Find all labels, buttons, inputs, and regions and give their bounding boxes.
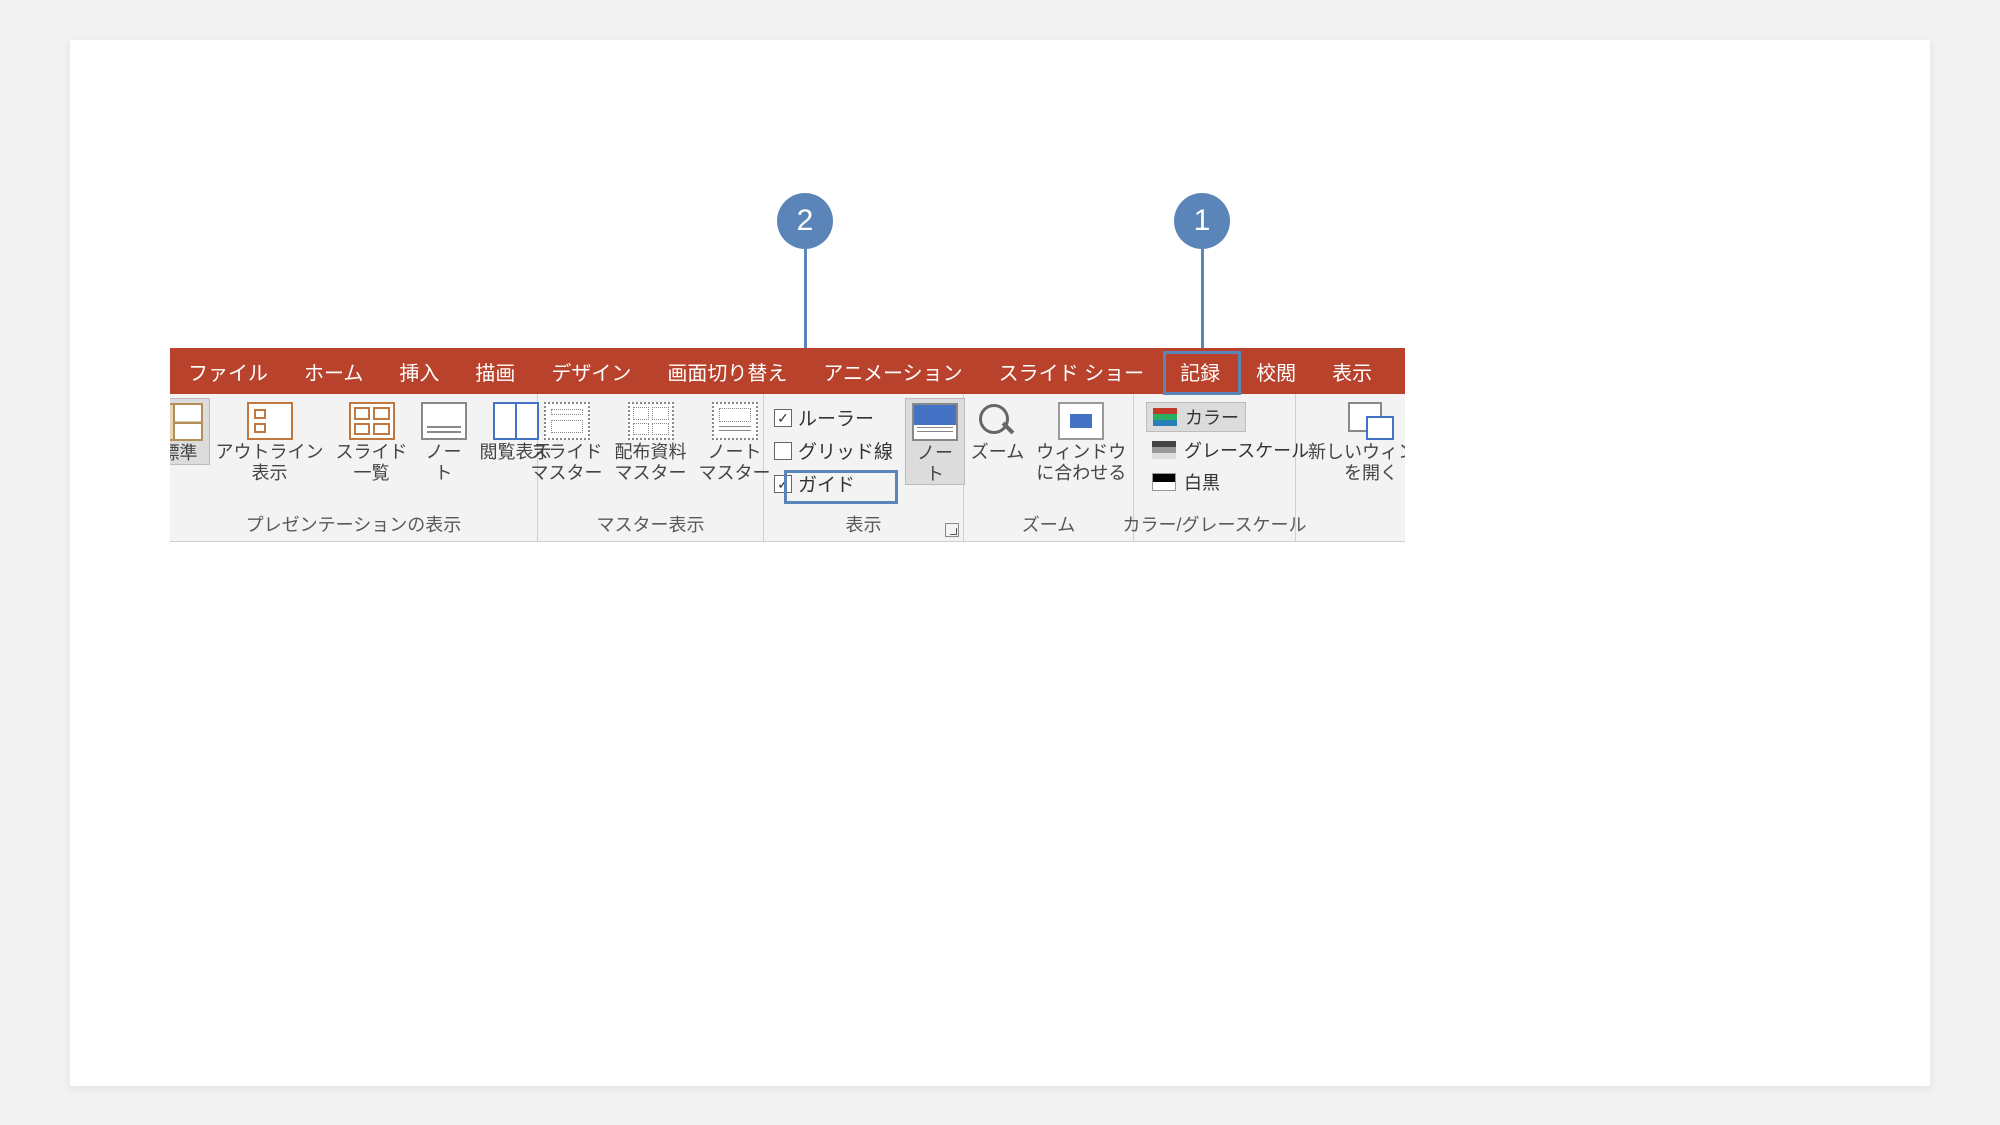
notes-pane-label: ノー ト [917, 443, 953, 484]
tab-file[interactable]: ファイル [170, 348, 286, 394]
group-color-grayscale: カラー グレースケール 白黒 カラー/グレースケール [1134, 394, 1296, 541]
group-label-master-views: マスター表示 [597, 511, 705, 539]
ruler-checkbox[interactable] [774, 409, 792, 427]
color-swatch-icon [1153, 408, 1177, 426]
bw-mode-button[interactable]: 白黒 [1146, 468, 1226, 496]
new-window-label: 新しいウィント を開く [1308, 442, 1405, 483]
guides-checkbox[interactable] [774, 475, 792, 493]
show-group-launcher-icon[interactable] [945, 523, 959, 537]
gridlines-checkbox-row[interactable]: グリッド線 [774, 437, 893, 464]
tab-insert[interactable]: 挿入 [381, 348, 457, 394]
guides-label: ガイド [798, 470, 855, 497]
notes-page-icon [421, 402, 467, 440]
notes-master-icon [712, 402, 758, 440]
tab-record[interactable]: 記録 [1162, 348, 1238, 394]
ribbon-body: 標準 アウトライン 表示 スライド 一覧 ノー ト [170, 394, 1405, 542]
group-zoom: ズーム ウィンドウ に合わせる ズーム [964, 394, 1134, 541]
bw-swatch-icon [1152, 473, 1176, 491]
zoom-label: ズーム [971, 442, 1024, 463]
normal-view-label: 標準 [170, 443, 198, 464]
group-master-views: スライド マスター 配布資料 マスター ノート マスター マスター表示 [538, 394, 764, 541]
tab-developer[interactable]: 開発 [1390, 348, 1405, 394]
fit-to-window-button[interactable]: ウィンドウ に合わせる [1030, 398, 1132, 483]
group-label-color-grayscale: カラー/グレースケール [1122, 511, 1306, 539]
bw-mode-label: 白黒 [1184, 469, 1220, 495]
group-label-zoom: ズーム [1022, 511, 1075, 539]
notes-page-button[interactable]: ノー ト [414, 398, 474, 483]
outline-view-icon [247, 402, 293, 440]
new-window-icon [1348, 402, 1394, 440]
guides-checkbox-row[interactable]: ガイド [774, 470, 893, 497]
fit-to-window-icon [1058, 402, 1104, 440]
grayscale-swatch-icon [1152, 441, 1176, 459]
group-window: 新しいウィント を開く [1296, 394, 1405, 541]
ruler-label: ルーラー [798, 404, 874, 431]
normal-view-button[interactable]: 標準 [170, 398, 210, 465]
outline-view-button[interactable]: アウトライン 表示 [210, 398, 330, 483]
grayscale-mode-label: グレースケール [1184, 437, 1309, 463]
callout-number: 2 [797, 204, 814, 238]
handout-master-label: 配布資料 マスター [615, 442, 687, 483]
color-mode-label: カラー [1185, 404, 1239, 430]
handout-master-icon [628, 402, 674, 440]
callout-number: 1 [1194, 204, 1211, 238]
slide-sorter-icon [349, 402, 395, 440]
grayscale-mode-button[interactable]: グレースケール [1146, 436, 1315, 464]
notes-master-label: ノート マスター [699, 442, 771, 483]
notes-pane-button[interactable]: ノー ト [905, 398, 965, 485]
ribbon-tabs: ファイル ホーム 挿入 描画 デザイン 画面切り替え アニメーション スライド … [170, 348, 1405, 394]
gridlines-label: グリッド線 [798, 437, 893, 464]
slide-sorter-label: スライド 一覧 [336, 442, 408, 483]
tab-animations[interactable]: アニメーション [805, 348, 980, 394]
slide-master-icon [544, 402, 590, 440]
notes-pane-icon [912, 403, 958, 441]
tab-design[interactable]: デザイン [533, 348, 649, 394]
zoom-button[interactable]: ズーム [965, 398, 1030, 463]
zoom-icon [975, 402, 1021, 440]
tab-slideshow[interactable]: スライド ショー [981, 348, 1163, 394]
slide-master-button[interactable]: スライド マスター [525, 398, 609, 483]
gridlines-checkbox[interactable] [774, 442, 792, 460]
new-window-button[interactable]: 新しいウィント を開く [1302, 398, 1405, 483]
group-label-presentation-views: プレゼンテーションの表示 [246, 511, 462, 539]
group-label-show: 表示 [846, 511, 882, 539]
slide-master-label: スライド マスター [531, 442, 603, 483]
tab-home[interactable]: ホーム [286, 348, 381, 394]
color-mode-button[interactable]: カラー [1146, 402, 1246, 432]
tab-transitions[interactable]: 画面切り替え [649, 348, 805, 394]
tab-draw[interactable]: 描画 [457, 348, 533, 394]
outline-view-label: アウトライン 表示 [216, 442, 324, 483]
fit-to-window-label: ウィンドウ に合わせる [1036, 442, 1126, 483]
handout-master-button[interactable]: 配布資料 マスター [609, 398, 693, 483]
group-presentation-views: 標準 アウトライン 表示 スライド 一覧 ノー ト [170, 394, 538, 541]
normal-view-icon [170, 403, 203, 441]
notes-page-label: ノー ト [426, 442, 462, 483]
ruler-checkbox-row[interactable]: ルーラー [774, 404, 893, 431]
callout-badge-2: 2 [777, 193, 833, 249]
slide-sorter-button[interactable]: スライド 一覧 [330, 398, 414, 483]
slide-card: 1 2 ファイル ホーム 挿入 描画 デザイン 画面切り替え アニメーション ス… [70, 40, 1930, 1086]
callout-line-1 [1201, 249, 1204, 353]
tab-view[interactable]: 表示 [1314, 348, 1390, 394]
group-show: ルーラー グリッド線 ガイド ノー ト [764, 394, 964, 541]
tab-review[interactable]: 校閲 [1238, 348, 1314, 394]
ribbon: ファイル ホーム 挿入 描画 デザイン 画面切り替え アニメーション スライド … [170, 348, 1405, 542]
callout-badge-1: 1 [1174, 193, 1230, 249]
